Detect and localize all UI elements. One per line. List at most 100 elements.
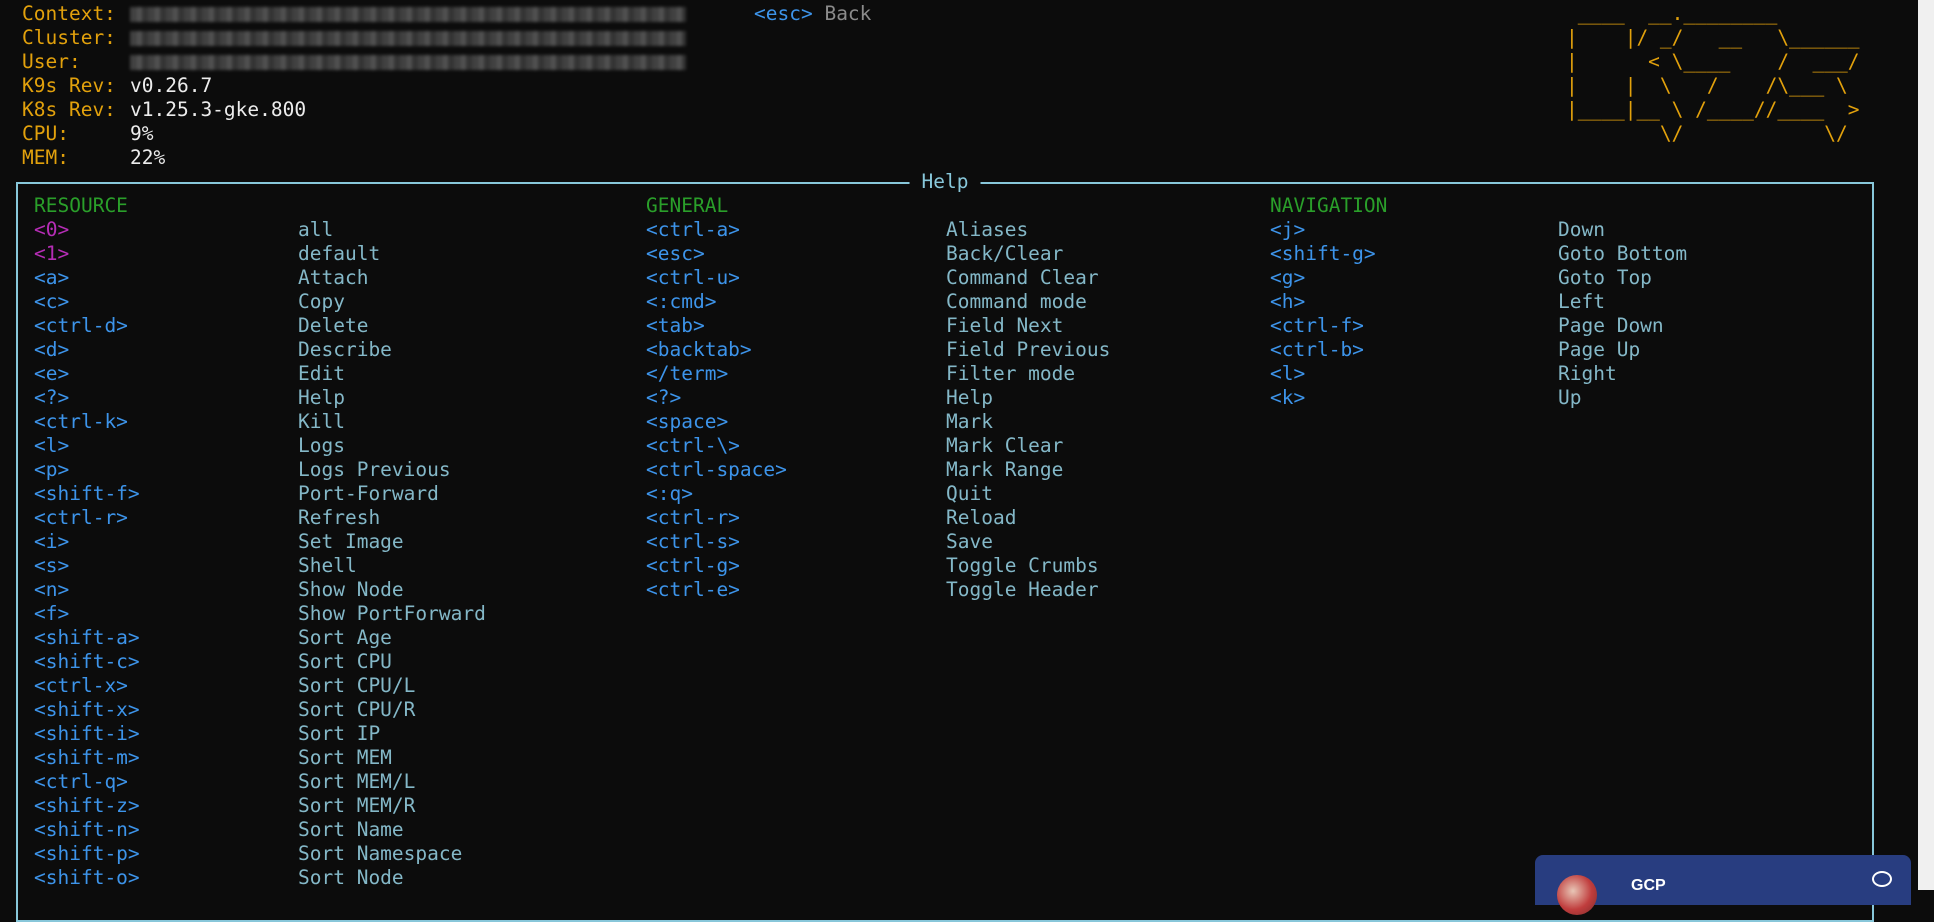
shortcut-description: Attach xyxy=(298,266,369,289)
shortcut-row: <ctrl-r> Refresh xyxy=(34,506,380,530)
shortcut-description: Page Down xyxy=(1558,314,1664,337)
shortcut-key: <ctrl-q> xyxy=(34,770,128,793)
scrollbar[interactable] xyxy=(1918,0,1934,890)
chat-name: GCP xyxy=(1631,877,1666,894)
chat-bubble-icon[interactable] xyxy=(1872,871,1892,887)
shortcut-description: Mark Range xyxy=(946,458,1064,481)
shortcut-description: Mark xyxy=(946,410,993,433)
shortcut-key: <shift-x> xyxy=(34,698,140,721)
shortcut-row: <a> Attach xyxy=(34,266,368,290)
shortcut-description: default xyxy=(298,242,381,265)
info-value: v0.26.7 xyxy=(130,74,213,97)
info-label: K8s Rev: xyxy=(22,98,116,121)
shortcut-row: <ctrl-\> Mark Clear xyxy=(646,434,1063,458)
shortcut-row: <ctrl-d> Delete xyxy=(34,314,368,338)
shortcut-key: <a> xyxy=(34,266,70,289)
help-title: Help xyxy=(909,170,981,194)
shortcut-row: <ctrl-r> Reload xyxy=(646,506,1016,530)
shortcut-description: Sort IP xyxy=(298,722,381,745)
shortcut-row: <ctrl-b> Page Up xyxy=(1270,338,1640,362)
help-column-resource: RESOURCE <0> all <1> default <a> Attach <c> Copy… xyxy=(34,194,486,890)
info-row-k9s-rev: K9s Rev: v0.26.7 xyxy=(22,74,686,98)
shortcut-row: <shift-o> Sort Node xyxy=(34,866,404,890)
shortcut-row: <ctrl-e> Toggle Header xyxy=(646,578,1099,602)
shortcut-row: <1> default xyxy=(34,242,380,266)
shortcut-key: <c> xyxy=(34,290,70,313)
shortcut-row: <p> Logs Previous xyxy=(34,458,451,482)
shortcut-description: Page Up xyxy=(1558,338,1641,361)
shortcut-description: Copy xyxy=(298,290,345,313)
shortcut-key: <ctrl-a> xyxy=(646,218,740,241)
redacted-value xyxy=(130,31,686,46)
help-panel: Help RESOURCE <0> all <1> default <a> Attach <c… xyxy=(16,170,1874,922)
shortcut-key: <shift-n> xyxy=(34,818,140,841)
shortcut-row: <h> Left xyxy=(1270,290,1605,314)
shortcut-key: <ctrl-u> xyxy=(646,266,740,289)
shortcut-key: <ctrl-d> xyxy=(34,314,128,337)
shortcut-description: Edit xyxy=(298,362,345,385)
shortcut-description: Refresh xyxy=(298,506,381,529)
shortcut-row: <l> Right xyxy=(1270,362,1617,386)
shortcut-description: Shell xyxy=(298,554,357,577)
shortcut-key: <ctrl-r> xyxy=(34,506,128,529)
shortcut-row: <shift-f> Port-Forward xyxy=(34,482,439,506)
chat-popup[interactable]: GCP xyxy=(1535,855,1911,915)
shortcut-description: Left xyxy=(1558,290,1605,313)
shortcut-key: <i> xyxy=(34,530,70,553)
shortcut-key: <?> xyxy=(646,386,682,409)
shortcut-description: Delete xyxy=(298,314,369,337)
shortcut-description: Port-Forward xyxy=(298,482,439,505)
shortcut-description: Logs Previous xyxy=(298,458,451,481)
shortcut-description: Filter mode xyxy=(946,362,1076,385)
shortcut-row: <shift-x> Sort CPU/R xyxy=(34,698,415,722)
column-heading: RESOURCE xyxy=(34,194,128,217)
back-hint[interactable]: <esc> Back xyxy=(754,2,871,26)
shortcut-description: Show Node xyxy=(298,578,404,601)
shortcut-description: Set Image xyxy=(298,530,404,553)
shortcut-key: <shift-o> xyxy=(34,866,140,889)
shortcut-description: Reload xyxy=(946,506,1017,529)
shortcut-key: <n> xyxy=(34,578,70,601)
shortcut-key: <shift-g> xyxy=(1270,242,1376,265)
shortcut-row: <:cmd> Command mode xyxy=(646,290,1087,314)
shortcut-row: <shift-n> Sort Name xyxy=(34,818,404,842)
shortcut-row: <shift-z> Sort MEM/R xyxy=(34,794,415,818)
shortcut-row: <ctrl-f> Page Down xyxy=(1270,314,1664,338)
shortcut-row: <ctrl-q> Sort MEM/L xyxy=(34,770,415,794)
shortcut-description: Sort MEM/R xyxy=(298,794,416,817)
shortcut-row: <?> Help xyxy=(646,386,993,410)
shortcut-description: Sort MEM/L xyxy=(298,770,416,793)
shortcut-row: <ctrl-g> Toggle Crumbs xyxy=(646,554,1099,578)
info-value: 22% xyxy=(130,146,166,169)
shortcut-description: Command Clear xyxy=(946,266,1099,289)
shortcut-key: <ctrl-g> xyxy=(646,554,740,577)
info-value: v1.25.3-gke.800 xyxy=(130,98,307,121)
shortcut-key: <0> xyxy=(34,218,70,241)
info-row-user: User: xyxy=(22,50,686,74)
info-row-cpu: CPU: 9% xyxy=(22,122,686,146)
back-label: Back xyxy=(824,2,872,25)
shortcut-key: <h> xyxy=(1270,290,1306,313)
shortcut-row: <s> Shell xyxy=(34,554,357,578)
shortcut-key: <ctrl-b> xyxy=(1270,338,1364,361)
shortcut-description: Mark Clear xyxy=(946,434,1064,457)
shortcut-description: Aliases xyxy=(946,218,1029,241)
shortcut-key: <ctrl-\> xyxy=(646,434,740,457)
redacted-value xyxy=(130,7,686,22)
info-label: Context: xyxy=(22,2,116,25)
shortcut-key: <s> xyxy=(34,554,70,577)
shortcut-key: <space> xyxy=(646,410,729,433)
shortcut-description: Down xyxy=(1558,218,1605,241)
shortcut-row: <j> Down xyxy=(1270,218,1605,242)
k9s-logo: ____ __.________ | |/ _/ __ \______ | < … xyxy=(1566,2,1860,145)
column-heading: GENERAL xyxy=(646,194,729,217)
shortcut-row: <shift-c> Sort CPU xyxy=(34,650,392,674)
info-row-context: Context: xyxy=(22,2,686,26)
shortcut-row: <c> Copy xyxy=(34,290,345,314)
info-label: Cluster: xyxy=(22,26,116,49)
shortcut-description: Logs xyxy=(298,434,345,457)
info-label: User: xyxy=(22,50,81,73)
help-column-general: GENERAL <ctrl-a> Aliases <esc> Back/Clear <ct… xyxy=(646,194,1110,602)
shortcut-key: <:cmd> xyxy=(646,290,717,313)
shortcut-key: <1> xyxy=(34,242,70,265)
